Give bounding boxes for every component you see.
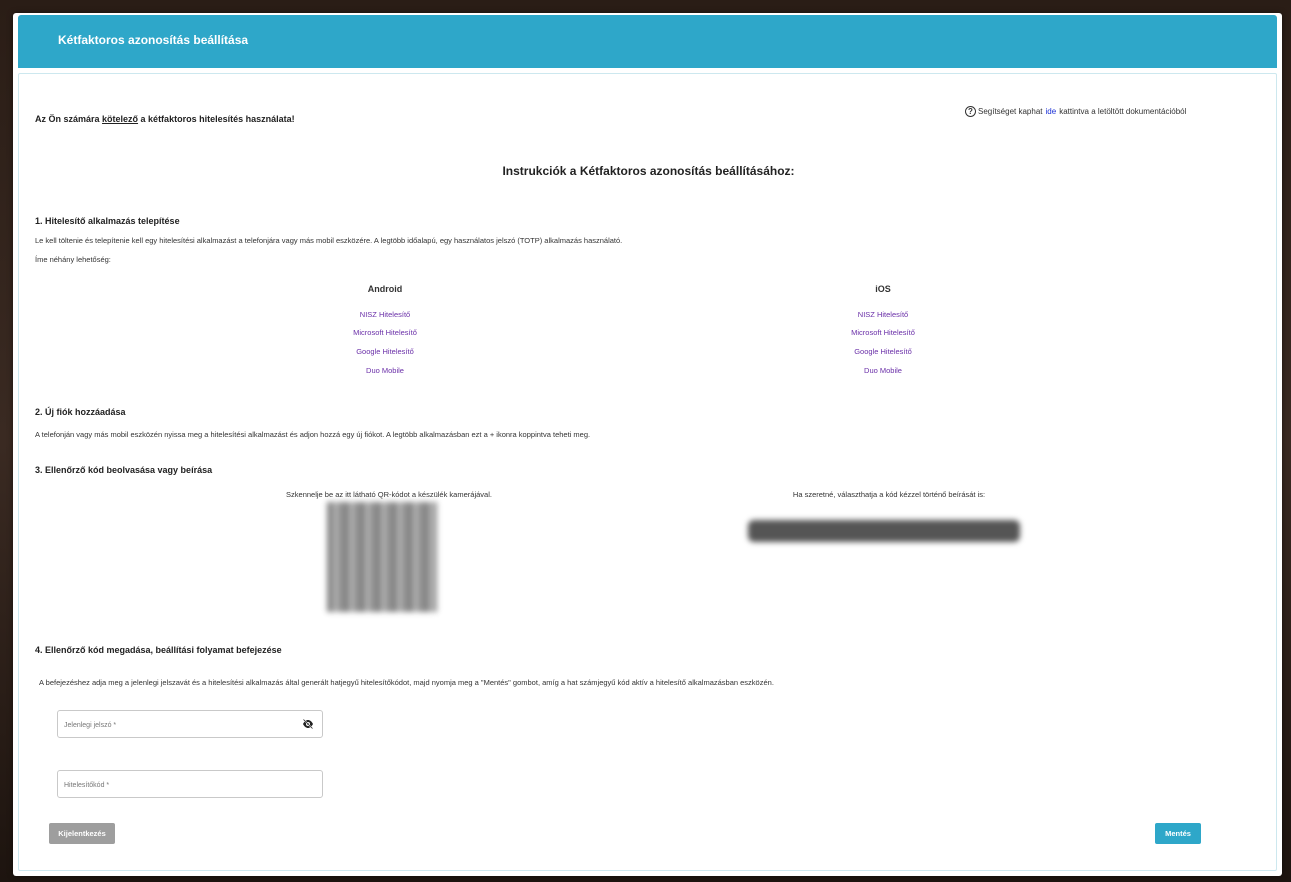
- android-link-nisz[interactable]: NISZ Hitelesítő: [285, 310, 485, 319]
- ios-heading: iOS: [875, 284, 891, 294]
- help-text: ? Segítséget kaphat ide kattintva a letö…: [965, 106, 1186, 117]
- mandatory-notice-suffix: a kétfaktoros hitelesítés használata!: [138, 114, 295, 124]
- step1-title: 1. Hitelesítő alkalmazás telepítése: [35, 216, 180, 226]
- two-factor-setup-dialog: Kétfaktoros azonosítás beállítása Az Ön …: [13, 13, 1282, 876]
- current-password-placeholder: Jelenlegi jelszó *: [64, 722, 117, 729]
- android-link-microsoft[interactable]: Microsoft Hitelesítő: [285, 328, 485, 337]
- qr-code: [327, 502, 437, 612]
- ios-link-duo[interactable]: Duo Mobile: [783, 366, 983, 375]
- save-button[interactable]: Mentés: [1155, 823, 1201, 844]
- page-background: Kétfaktoros azonosítás beállítása Az Ön …: [0, 0, 1291, 882]
- step3-title: 3. Ellenőrző kód beolvasása vagy beírása: [35, 465, 213, 475]
- dialog-body: Az Ön számára kötelező a kétfaktoros hit…: [18, 73, 1277, 871]
- android-link-google[interactable]: Google Hitelesítő: [285, 347, 485, 356]
- mandatory-notice-prefix: Az Ön számára: [35, 114, 103, 124]
- help-documentation-link[interactable]: ide: [1046, 107, 1057, 116]
- auth-code-placeholder: Hitelesítőkód *: [64, 782, 110, 789]
- logout-button[interactable]: Kijelentkezés: [49, 823, 115, 844]
- step1-text: Le kell töltenie és telepítenie kell egy…: [35, 236, 623, 245]
- help-suffix: kattintva a letöltött dokumentációból: [1059, 107, 1187, 116]
- step2-title: 2. Új fiók hozzáadása: [35, 407, 126, 417]
- ios-link-google[interactable]: Google Hitelesítő: [783, 347, 983, 356]
- help-prefix: Segítséget kaphat: [978, 107, 1043, 116]
- mandatory-notice-emphasis: kötelező: [102, 114, 139, 124]
- step4-title: 4. Ellenőrző kód megadása, beállítási fo…: [35, 645, 282, 655]
- auth-code-field[interactable]: Hitelesítőkód *: [57, 770, 323, 798]
- step1-options-text: Íme néhány lehetőség:: [35, 255, 111, 264]
- manual-code-text: Ha szeretné, választhatja a kód kézzel t…: [792, 490, 986, 499]
- ios-link-nisz[interactable]: NISZ Hitelesítő: [783, 310, 983, 319]
- android-link-duo[interactable]: Duo Mobile: [285, 366, 485, 375]
- android-heading: Android: [367, 284, 403, 294]
- dialog-header: Kétfaktoros azonosítás beállítása: [18, 15, 1277, 68]
- step4-text: A befejezéshez adja meg a jelenlegi jels…: [39, 678, 774, 687]
- dialog-title: Kétfaktoros azonosítás beállítása: [58, 33, 249, 47]
- ios-link-microsoft[interactable]: Microsoft Hitelesítő: [783, 328, 983, 337]
- qr-scan-text: Szkennelje be az itt látható QR-kódot a …: [286, 490, 492, 499]
- instructions-heading: Instrukciók a Kétfaktoros azonosítás beá…: [502, 164, 795, 178]
- mandatory-notice: Az Ön számára kötelező a kétfaktoros hit…: [35, 114, 295, 124]
- eye-off-icon[interactable]: [302, 718, 314, 730]
- secret-key-code: [748, 520, 1020, 542]
- step2-text: A telefonján vagy más mobil eszközén nyi…: [35, 430, 591, 439]
- current-password-field[interactable]: Jelenlegi jelszó *: [57, 710, 323, 738]
- question-circle-icon: ?: [965, 106, 976, 117]
